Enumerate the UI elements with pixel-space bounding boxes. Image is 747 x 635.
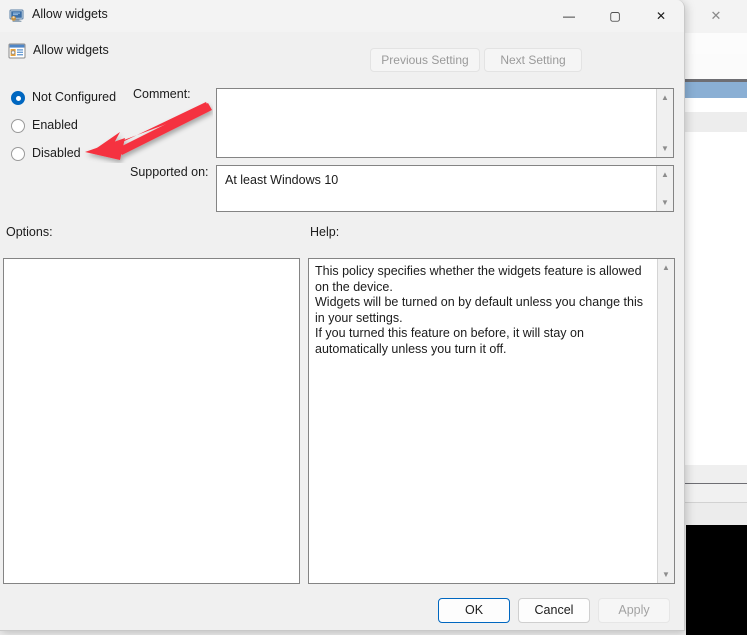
radio-disabled-label: Disabled (32, 146, 81, 160)
options-label: Options: (6, 225, 53, 239)
next-setting-button[interactable]: Next Setting (484, 48, 582, 72)
help-scrollbar[interactable]: ▲ ▼ (657, 259, 674, 583)
maximize-button[interactable]: ▢ (592, 0, 638, 32)
comment-scroll-up-icon[interactable]: ▲ (657, 90, 673, 105)
background-window-toolbar (683, 33, 747, 55)
background-window-footer-row-2 (683, 484, 747, 503)
options-panel[interactable] (3, 258, 300, 584)
radio-not-configured-indicator[interactable] (11, 91, 25, 105)
comment-scroll-down-icon[interactable]: ▼ (657, 141, 673, 156)
background-window-body (683, 132, 747, 465)
allow-widgets-policy-dialog: Allow widgets — ▢ ✕ Allow widgets Previo… (0, 0, 685, 631)
supported-on-scrollbar[interactable]: ▲ ▼ (656, 166, 673, 211)
background-window-column-header (683, 54, 747, 80)
group-policy-monitor-icon (9, 8, 25, 24)
dialog-title: Allow widgets (32, 7, 108, 21)
help-scroll-up-icon[interactable]: ▲ (658, 260, 674, 275)
close-button[interactable]: ✕ (638, 0, 684, 32)
comment-input[interactable]: ▲ ▼ (216, 88, 674, 158)
minimize-button[interactable]: — (546, 0, 592, 32)
apply-button[interactable]: Apply (598, 598, 670, 623)
supported-on-label: Supported on: (130, 165, 209, 179)
policy-setting-window-icon (8, 42, 26, 60)
help-label: Help: (310, 225, 340, 239)
supported-on-scroll-down-icon[interactable]: ▼ (657, 195, 673, 210)
radio-disabled-indicator[interactable] (11, 147, 25, 161)
radio-not-configured-label: Not Configured (32, 90, 117, 104)
ok-button[interactable]: OK (438, 598, 510, 623)
desktop-background-area (686, 525, 747, 635)
background-window-footer-row-3 (683, 503, 747, 525)
help-panel: This policy specifies whether the widget… (308, 258, 675, 584)
comment-label: Comment: (133, 87, 191, 101)
background-window-footer-row-1 (683, 465, 747, 484)
radio-enabled-label: Enabled (32, 118, 78, 132)
policy-name-heading: Allow widgets (33, 43, 109, 57)
supported-on-value: At least Windows 10 (225, 173, 339, 187)
background-window-selected-row[interactable] (683, 82, 747, 98)
supported-on-scroll-up-icon[interactable]: ▲ (657, 167, 673, 182)
comment-scrollbar[interactable]: ▲ ▼ (656, 89, 673, 157)
cancel-button[interactable]: Cancel (518, 598, 590, 623)
help-text: This policy specifies whether the widget… (315, 264, 643, 356)
help-scroll-down-icon[interactable]: ▼ (658, 567, 674, 582)
dialog-titlebar: Allow widgets — ▢ ✕ (0, 0, 684, 32)
background-window-list (683, 98, 747, 112)
supported-on-field[interactable]: At least Windows 10 ▲ ▼ (216, 165, 674, 212)
background-window-band (683, 112, 747, 132)
background-window-close-icon[interactable]: ✕ (705, 6, 727, 26)
previous-setting-button[interactable]: Previous Setting (370, 48, 480, 72)
radio-enabled-indicator[interactable] (11, 119, 25, 133)
